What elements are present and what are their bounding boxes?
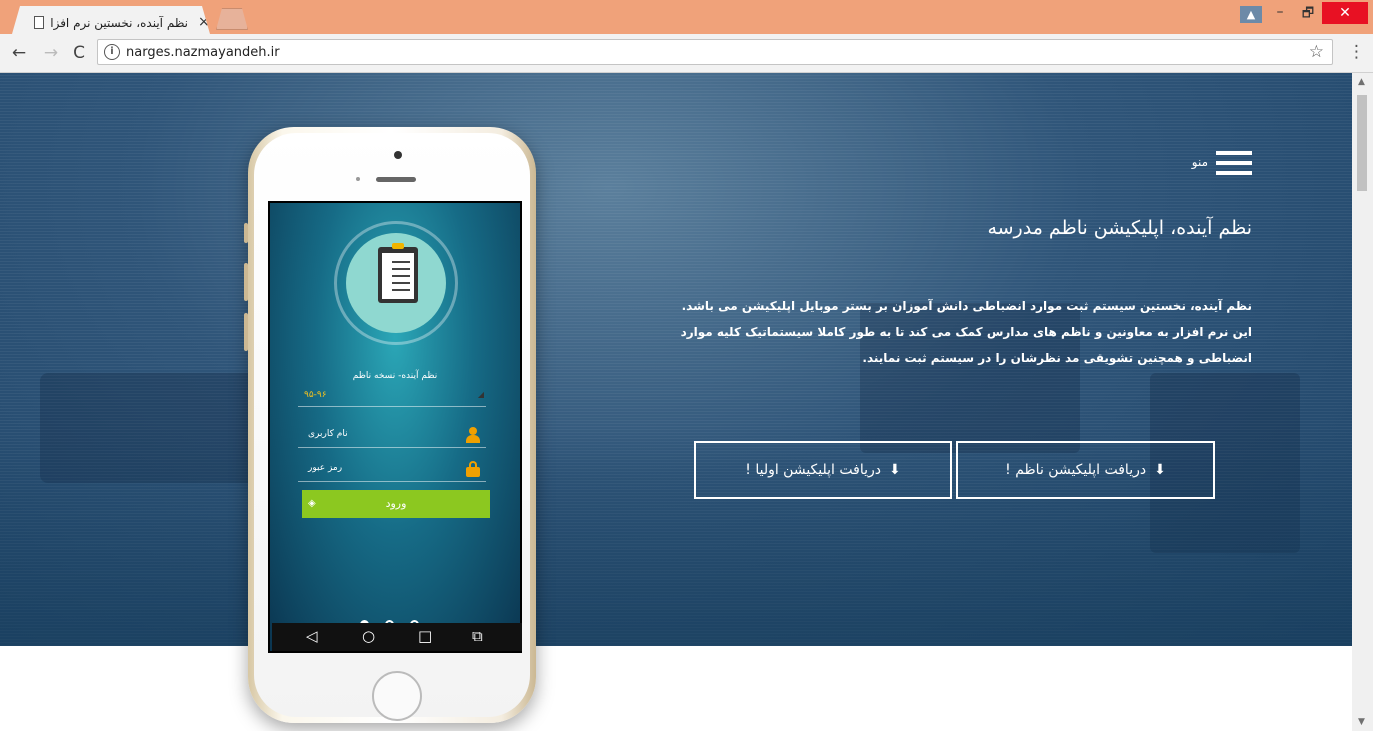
download-nazem-label: دریافت اپلیکیشن ناظم ! xyxy=(1005,462,1147,478)
download-icon: ⬇ xyxy=(1154,462,1166,478)
hero-section: منو نظم آینده، اپلیکیشن ناظم مدرسه نظم آ… xyxy=(0,73,1352,646)
username-placeholder: نام کاربری xyxy=(308,429,348,439)
menu-toggle[interactable]: منو xyxy=(1180,151,1252,177)
android-nav-bar: ◁ ○ □ ⧉ xyxy=(272,623,522,651)
user-icon xyxy=(466,427,480,443)
phone-mockup: نظم آینده- نسخه ناظم ۹۵-۹۶ ◢ نام کاربری … xyxy=(244,127,536,723)
tab-title: نظم آینده، نخستین نرم افزا xyxy=(50,16,188,30)
tab-close-icon[interactable]: × xyxy=(198,14,210,30)
site-info-icon[interactable]: i xyxy=(104,44,120,60)
login-icon: ◈ xyxy=(308,498,316,509)
android-home-icon[interactable]: ○ xyxy=(362,627,375,645)
minimize-button[interactable]: – xyxy=(1268,4,1292,24)
phone-speaker xyxy=(376,177,416,182)
scroll-down-icon[interactable]: ▼ xyxy=(1358,717,1365,727)
menu-label: منو xyxy=(1191,155,1208,169)
download-olia-app-button[interactable]: ⬇ دریافت اپلیکیشن اولیا ! xyxy=(694,441,952,499)
hero-title: نظم آینده، اپلیکیشن ناظم مدرسه xyxy=(987,217,1252,239)
new-tab-button[interactable] xyxy=(216,8,248,30)
browser-tab[interactable]: نظم آینده، نخستین نرم افزا × xyxy=(12,6,210,34)
phone-volume-down xyxy=(244,313,248,351)
phone-face: نظم آینده- نسخه ناظم ۹۵-۹۶ ◢ نام کاربری … xyxy=(254,133,530,721)
select-arrow-icon: ◢ xyxy=(477,390,484,399)
hero-description: نظم آینده، نخستین سیستم ثبت موارد انضباط… xyxy=(680,299,1252,365)
hamburger-icon[interactable] xyxy=(1216,151,1252,175)
app-subtitle: نظم آینده- نسخه ناظم xyxy=(352,371,438,381)
browser-menu-icon[interactable]: ⋮ xyxy=(1348,42,1365,62)
phone-camera xyxy=(394,151,402,159)
url-text[interactable]: narges.nazmayandeh.ir xyxy=(126,45,280,60)
lock-icon xyxy=(466,461,480,477)
app-background: نظم آینده- نسخه ناظم ۹۵-۹۶ ◢ نام کاربری … xyxy=(270,203,522,651)
login-button[interactable]: ◈ ورود xyxy=(302,490,490,518)
android-back-icon[interactable]: ◁ xyxy=(306,627,318,645)
phone-screen: نظم آینده- نسخه ناظم ۹۵-۹۶ ◢ نام کاربری … xyxy=(268,201,522,653)
scroll-up-icon[interactable]: ▲ xyxy=(1358,77,1365,87)
browser-titlebar: نظم آینده، نخستین نرم افزا × ▲ – 🗗 ✕ xyxy=(0,0,1373,34)
android-recent-icon[interactable]: □ xyxy=(418,627,432,645)
forward-button[interactable]: → xyxy=(40,42,62,64)
bookmark-star-icon[interactable]: ☆ xyxy=(1309,42,1324,62)
password-field[interactable]: رمز عبور xyxy=(298,459,486,482)
phone-volume-up xyxy=(244,263,248,301)
phone-mute-switch xyxy=(244,223,248,243)
browser-toolbar: ← → C i narges.nazmayandeh.ir ☆ ⋮ xyxy=(0,34,1373,73)
scroll-thumb[interactable] xyxy=(1357,95,1367,191)
maximize-button[interactable]: 🗗 xyxy=(1296,4,1320,24)
address-bar[interactable]: i narges.nazmayandeh.ir ☆ xyxy=(97,39,1333,65)
page-scrollbar[interactable]: ▲ ▼ xyxy=(1352,73,1373,731)
back-button[interactable]: ← xyxy=(8,42,30,64)
login-label: ورود xyxy=(385,497,407,510)
phone-home-button xyxy=(372,671,422,721)
password-placeholder: رمز عبور xyxy=(308,463,343,473)
phone-sensor xyxy=(356,177,360,181)
download-icon: ⬇ xyxy=(888,462,901,478)
page-viewport: منو نظم آینده، اپلیکیشن ناظم مدرسه نظم آ… xyxy=(0,73,1352,731)
android-extra-icon[interactable]: ⧉ xyxy=(472,627,483,645)
download-nazem-app-button[interactable]: ⬇ دریافت اپلیکیشن ناظم ! xyxy=(956,441,1215,499)
year-select-value: ۹۵-۹۶ xyxy=(304,390,327,400)
year-select[interactable]: ۹۵-۹۶ ◢ xyxy=(298,388,486,407)
reload-button[interactable]: C xyxy=(68,42,90,64)
download-olia-label: دریافت اپلیکیشن اولیا ! xyxy=(745,462,881,478)
user-profile-icon[interactable]: ▲ xyxy=(1240,6,1262,23)
page-icon xyxy=(34,16,44,29)
close-window-button[interactable]: ✕ xyxy=(1322,2,1368,24)
clipboard-icon xyxy=(378,243,418,303)
username-field[interactable]: نام کاربری xyxy=(298,425,486,448)
